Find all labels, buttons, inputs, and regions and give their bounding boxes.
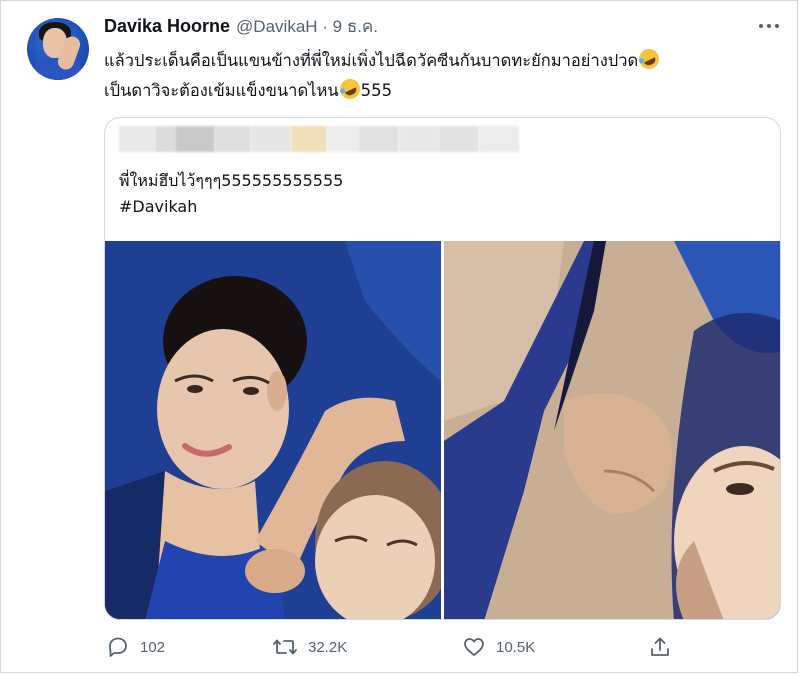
display-name[interactable]: Davika Hoorne — [104, 16, 230, 37]
heart-icon — [464, 638, 484, 656]
tweet-text-line-2a: เป็นดาวิจะต้องเข้มแข็งขนาดไหน — [104, 81, 339, 100]
retweet-icon — [273, 639, 297, 655]
like-count: 10.5K — [496, 638, 536, 656]
profile-avatar[interactable] — [27, 18, 89, 80]
tweet-header: Davika Hoorne @DavikaH · 9 ธ.ค. — [104, 14, 378, 38]
like-button[interactable]: 10.5K — [462, 632, 535, 662]
tweet-actions-bar: 102 32.2K 10.5K — [104, 632, 684, 662]
share-button[interactable] — [648, 632, 672, 662]
more-options-icon[interactable] — [754, 16, 784, 36]
retweet-button[interactable]: 32.2K — [272, 632, 347, 662]
quoted-photo-1[interactable] — [105, 241, 441, 619]
handle-and-date[interactable]: @DavikaH · 9 ธ.ค. — [236, 13, 378, 40]
quoted-text-line-1: พี่ใหม่ฮึบไว้ๆๆๆ555555555555 — [119, 171, 344, 190]
photo-2-illustration — [444, 241, 780, 619]
photo-1-illustration — [105, 241, 441, 619]
quoted-tweet-text: พี่ใหม่ฮึบไว้ๆๆๆ555555555555 #Davikah — [119, 168, 343, 220]
rolling-laughing-emoji-icon — [336, 75, 363, 103]
retweet-count: 32.2K — [308, 638, 348, 656]
tweet-text: แล้วประเด็นคือเป็นแขนข้างที่พี่ใหม่เพิ่ง… — [104, 45, 774, 106]
reply-count: 102 — [140, 638, 166, 656]
quoted-hashtag[interactable]: #Davikah — [119, 194, 343, 220]
tweet-text-line-1: แล้วประเด็นคือเป็นแขนข้างที่พี่ใหม่เพิ่ง… — [104, 51, 639, 70]
quoted-tweet[interactable]: พี่ใหม่ฮึบไว้ๆๆๆ555555555555 #Davikah — [104, 117, 781, 620]
blurred-quoted-author — [119, 126, 519, 152]
tweet-text-line-2b: 555 — [360, 81, 393, 100]
reply-button[interactable]: 102 — [106, 632, 165, 662]
reply-icon — [109, 637, 127, 657]
share-icon — [651, 637, 669, 656]
quoted-photo-2[interactable] — [444, 241, 780, 619]
rolling-laughing-emoji-icon — [635, 45, 663, 73]
